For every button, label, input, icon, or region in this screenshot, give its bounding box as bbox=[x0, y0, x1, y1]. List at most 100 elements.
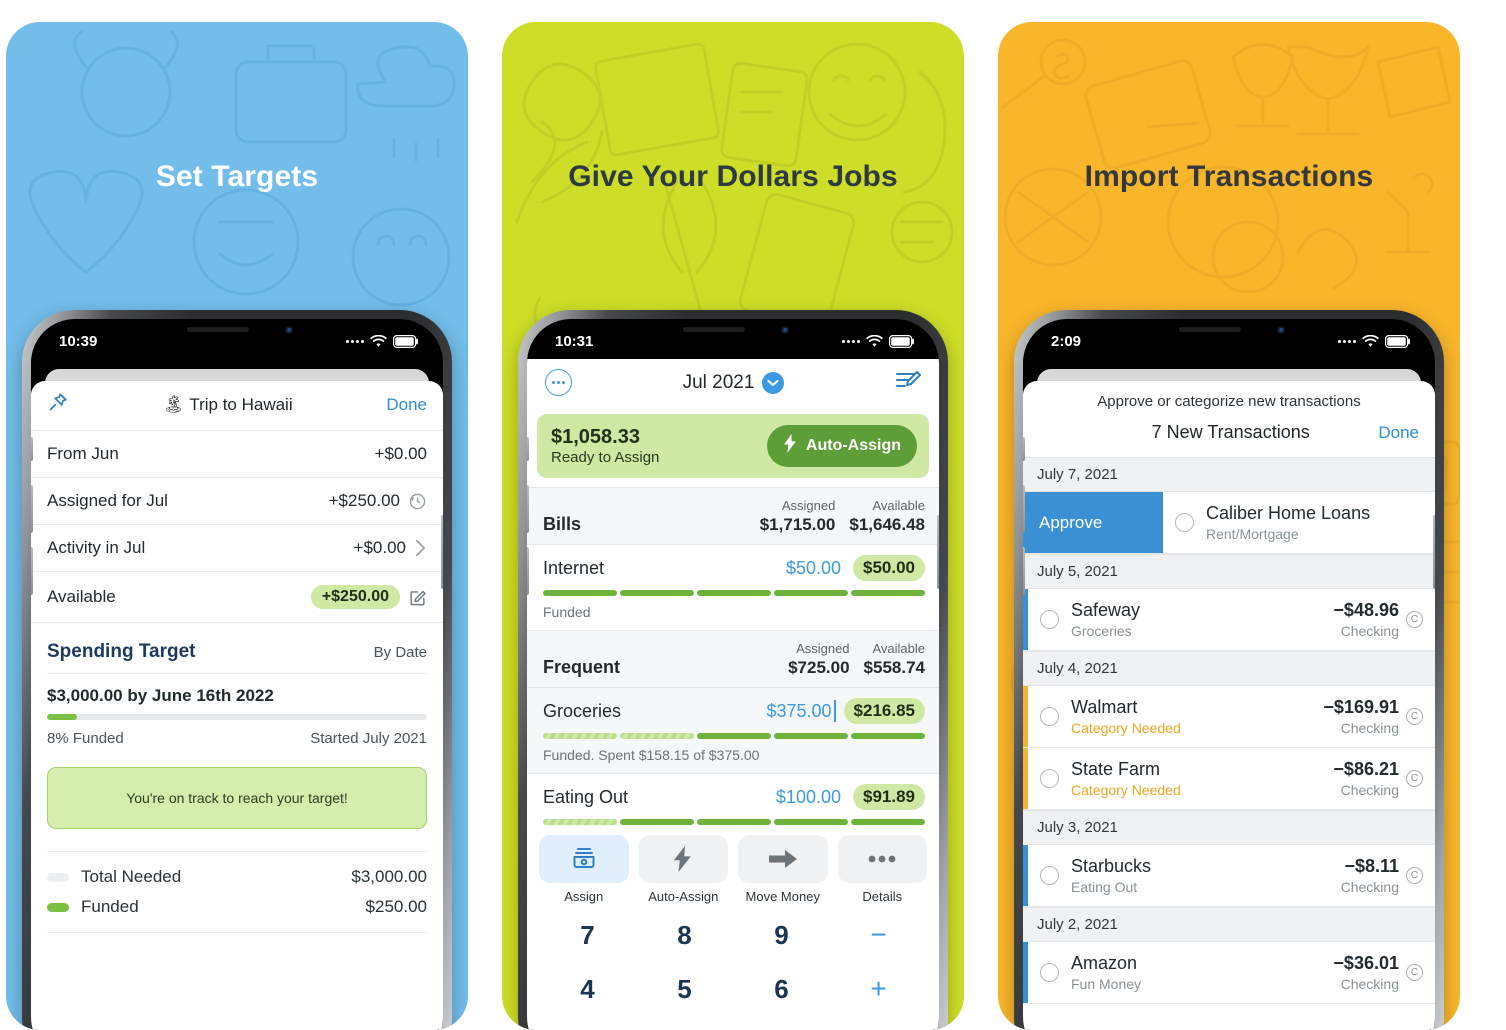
legend-label: Total Needed bbox=[81, 867, 182, 886]
date-header: July 7, 2021 bbox=[1023, 457, 1435, 492]
table-row[interactable]: Assigned for Jul +$250.00 bbox=[31, 478, 443, 525]
done-button[interactable]: Done bbox=[386, 395, 427, 415]
amount: −$48.96 bbox=[1333, 600, 1399, 620]
notch bbox=[1145, 319, 1313, 345]
edit-list-icon[interactable] bbox=[895, 369, 921, 396]
signal-icon bbox=[842, 339, 860, 343]
account-name: Checking bbox=[1340, 879, 1399, 895]
category-row-eating-out[interactable]: Eating Out $100.00 $91.89 bbox=[527, 774, 939, 825]
cleared-icon: C bbox=[1406, 611, 1423, 628]
notch bbox=[649, 319, 817, 345]
select-radio[interactable] bbox=[1040, 963, 1059, 982]
silent-switch[interactable] bbox=[527, 437, 529, 461]
category-progress-bar bbox=[543, 590, 925, 596]
table-row[interactable]: Amazon Fun Money −$36.01 Checking C bbox=[1023, 942, 1435, 1004]
auto-assign-button[interactable]: Auto-Assign bbox=[766, 425, 917, 467]
ellipsis-circle-icon[interactable] bbox=[545, 369, 572, 396]
table-row[interactable]: Approve Caliber Home Loans Rent/Mortgage bbox=[1023, 492, 1435, 554]
table-row[interactable]: Walmart Category Needed −$169.91 Checkin… bbox=[1023, 686, 1435, 748]
tool-assign[interactable]: Assign bbox=[539, 835, 629, 904]
power-button[interactable] bbox=[1433, 515, 1435, 589]
pin-icon[interactable] bbox=[47, 391, 69, 418]
history-icon[interactable] bbox=[408, 492, 427, 511]
category-name: Internet bbox=[543, 557, 605, 578]
key-5[interactable]: 5 bbox=[636, 962, 733, 1016]
key-8[interactable]: 8 bbox=[636, 908, 733, 962]
done-button[interactable]: Done bbox=[1378, 423, 1419, 443]
month-selector[interactable]: Jul 2021 bbox=[682, 371, 785, 394]
assigned-label: Assigned bbox=[796, 641, 850, 656]
volume-up-button[interactable] bbox=[1023, 485, 1025, 533]
power-button[interactable] bbox=[441, 515, 443, 589]
budget-screen: Jul 2021 $1,058.33 Ready to Assign Auto-… bbox=[527, 359, 939, 1030]
list-item: Funded $250.00 bbox=[47, 892, 427, 922]
category-assigned-input[interactable]: $375.00 bbox=[766, 699, 836, 722]
payee-name: Safeway bbox=[1071, 600, 1141, 620]
signal-icon bbox=[1338, 339, 1356, 343]
category-assigned[interactable]: $50.00 bbox=[786, 558, 841, 579]
select-radio[interactable] bbox=[1040, 707, 1059, 726]
target-amount-line: $3,000.00 by June 16th 2022 bbox=[47, 686, 274, 705]
chevron-right-icon bbox=[414, 539, 427, 557]
target-sheet: 🏝 Trip to Hawaii Done From Jun +$0.00 As… bbox=[31, 381, 443, 1030]
volume-down-button[interactable] bbox=[1023, 547, 1025, 595]
category-label: Rent/Mortgage bbox=[1206, 526, 1299, 542]
legend-label: Funded bbox=[81, 897, 139, 916]
select-radio[interactable] bbox=[1040, 866, 1059, 885]
volume-down-button[interactable] bbox=[31, 547, 33, 595]
page-title: 7 New Transactions bbox=[1151, 422, 1310, 442]
battery-icon bbox=[393, 334, 419, 348]
table-row[interactable]: Starbucks Eating Out −$8.11 Checking C bbox=[1023, 845, 1435, 907]
table-row[interactable]: Available +$250.00 bbox=[31, 572, 443, 623]
key-7[interactable]: 7 bbox=[539, 908, 636, 962]
group-header-bills[interactable]: Bills Assigned $1,715.00 Available $1,64… bbox=[527, 487, 939, 545]
date-header: July 5, 2021 bbox=[1023, 554, 1435, 589]
category-row-internet[interactable]: Internet $50.00 $50.00 Funded bbox=[527, 545, 939, 630]
key-4[interactable]: 4 bbox=[539, 962, 636, 1016]
wifi-icon bbox=[866, 334, 883, 348]
select-radio[interactable] bbox=[1040, 610, 1059, 629]
category-assigned[interactable]: $100.00 bbox=[776, 787, 841, 808]
table-row[interactable]: Safeway Groceries −$48.96 Checking C bbox=[1023, 589, 1435, 651]
table-row[interactable]: From Jun +$0.00 bbox=[31, 431, 443, 478]
power-button[interactable] bbox=[937, 515, 939, 589]
select-radio[interactable] bbox=[1040, 769, 1059, 788]
action-toolbar: Assign Auto-Assign Move Money Details bbox=[527, 825, 939, 904]
silent-switch[interactable] bbox=[1023, 437, 1025, 461]
bolt-icon bbox=[783, 434, 798, 458]
account-name: Checking bbox=[1340, 623, 1399, 639]
approve-swipe-action[interactable]: Approve bbox=[1023, 492, 1163, 553]
assigned-label: Assigned bbox=[781, 498, 836, 513]
month-label: Jul 2021 bbox=[682, 371, 755, 393]
budget-header: Jul 2021 bbox=[527, 359, 939, 406]
payee-name: Starbucks bbox=[1071, 856, 1152, 876]
category-row-groceries[interactable]: Groceries $375.00 $216.85 Funded. Spent … bbox=[527, 688, 939, 773]
key-plus[interactable]: + bbox=[830, 962, 927, 1016]
panel-import-transactions: Import Transactions 2:09 Approve or cate… bbox=[998, 22, 1460, 1030]
silent-switch[interactable] bbox=[31, 437, 33, 461]
key-minus[interactable]: − bbox=[830, 908, 927, 962]
target-mode[interactable]: By Date bbox=[374, 644, 427, 661]
group-header-frequent[interactable]: Frequent Assigned $725.00 Available $558… bbox=[527, 630, 939, 688]
amount: −$86.21 bbox=[1333, 759, 1399, 779]
group-name: Bills bbox=[543, 514, 582, 534]
key-6[interactable]: 6 bbox=[733, 962, 830, 1016]
phone-mockup-3: 2:09 Approve or categorize new transacti… bbox=[1014, 310, 1444, 1030]
table-row[interactable]: Activity in Jul +$0.00 bbox=[31, 525, 443, 572]
transactions-header: 7 New Transactions Done bbox=[1023, 412, 1435, 457]
key-9[interactable]: 9 bbox=[733, 908, 830, 962]
tool-auto-assign[interactable]: Auto-Assign bbox=[638, 835, 728, 904]
legend-value: $3,000.00 bbox=[351, 867, 427, 886]
tool-details[interactable]: Details bbox=[837, 835, 927, 904]
edit-icon[interactable] bbox=[408, 588, 427, 607]
assigned-value: $725.00 bbox=[788, 658, 850, 677]
volume-up-button[interactable] bbox=[31, 485, 33, 533]
volume-down-button[interactable] bbox=[527, 547, 529, 595]
category-note: Funded bbox=[543, 604, 591, 620]
table-row[interactable]: State Farm Category Needed −$86.21 Check… bbox=[1023, 748, 1435, 810]
volume-up-button[interactable] bbox=[527, 485, 529, 533]
sheet-subtitle: Approve or categorize new transactions bbox=[1097, 393, 1361, 410]
cleared-icon: C bbox=[1406, 867, 1423, 884]
tool-move-money[interactable]: Move Money bbox=[738, 835, 828, 904]
select-radio[interactable] bbox=[1175, 513, 1194, 532]
